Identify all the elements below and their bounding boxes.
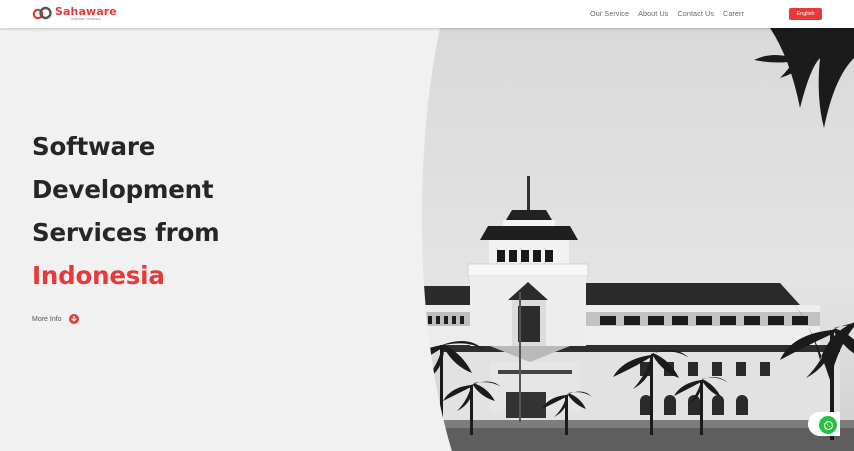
nav-item-about-us[interactable]: About Us — [638, 9, 668, 18]
whatsapp-button[interactable] — [819, 416, 837, 434]
language-button[interactable]: English — [789, 8, 822, 20]
nav-item-career[interactable]: Carerr — [723, 9, 744, 18]
whatsapp-icon — [823, 420, 833, 430]
main-nav: Our Service About Us Contact Us Carerr — [590, 9, 744, 18]
brand-tagline: Software Company — [71, 17, 101, 21]
nav-item-our-service[interactable]: Our Service — [590, 9, 629, 18]
brand-logo[interactable]: Sahaware Software Company — [32, 6, 117, 22]
brand-name: Sahaware — [55, 5, 117, 18]
top-navbar: Sahaware Software Company Our Service Ab… — [0, 0, 854, 28]
nav-item-contact-us[interactable]: Contact Us — [677, 9, 714, 18]
hero-image — [421, 28, 854, 451]
sahaware-logo-icon — [32, 6, 52, 20]
